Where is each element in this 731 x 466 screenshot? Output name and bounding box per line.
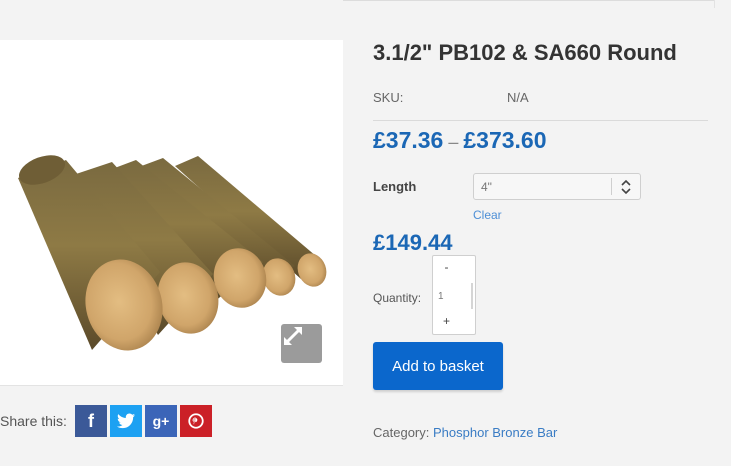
expand-arrows-icon xyxy=(284,327,302,345)
chevron-up-down-icon xyxy=(621,179,631,195)
share-label: Share this: xyxy=(0,413,67,429)
pinterest-icon xyxy=(188,413,204,429)
select-divider xyxy=(611,178,612,195)
length-label: Length xyxy=(373,179,417,194)
variation-price: £149.44 xyxy=(373,230,453,255)
facebook-icon: f xyxy=(88,410,94,431)
price-separator: – xyxy=(448,132,459,152)
price-min: £37.36 xyxy=(373,127,444,153)
zoom-button[interactable] xyxy=(281,324,322,363)
top-divider xyxy=(343,0,715,1)
top-divider-edge xyxy=(714,0,715,8)
quantity-scrollbar xyxy=(471,283,473,309)
quantity-input[interactable]: 1 xyxy=(438,291,444,302)
twitter-icon xyxy=(117,413,135,429)
category-meta: Category: Phosphor Bronze Bar xyxy=(373,425,557,440)
share-pinterest-button[interactable] xyxy=(180,405,212,437)
add-to-basket-button[interactable]: Add to basket xyxy=(373,342,503,390)
length-selected-value: 4" xyxy=(481,180,492,194)
section-divider xyxy=(373,120,708,121)
category-link[interactable]: Phosphor Bronze Bar xyxy=(433,425,557,440)
product-image-card xyxy=(0,40,343,386)
share-twitter-button[interactable] xyxy=(110,405,142,437)
clear-link[interactable]: Clear xyxy=(473,208,502,222)
sku-label: SKU: xyxy=(373,90,404,105)
googleplus-icon: g+ xyxy=(152,413,170,429)
share-facebook-button[interactable]: f xyxy=(75,405,107,437)
category-label: Category: xyxy=(373,425,430,440)
quantity-stepper: - 1 + xyxy=(432,255,476,335)
share-googleplus-button[interactable]: g+ xyxy=(145,405,177,437)
product-title: 3.1/2" PB102 & SA660 Round xyxy=(373,40,677,65)
price-range: £37.36– £373.60 xyxy=(373,127,547,154)
price-max: £373.60 xyxy=(463,127,547,153)
length-select[interactable]: 4" xyxy=(473,173,641,200)
quantity-increase-button[interactable]: + xyxy=(433,314,460,332)
quantity-decrease-button[interactable]: - xyxy=(433,260,460,278)
sku-value: N/A xyxy=(507,90,529,105)
quantity-label: Quantity: xyxy=(373,291,422,305)
